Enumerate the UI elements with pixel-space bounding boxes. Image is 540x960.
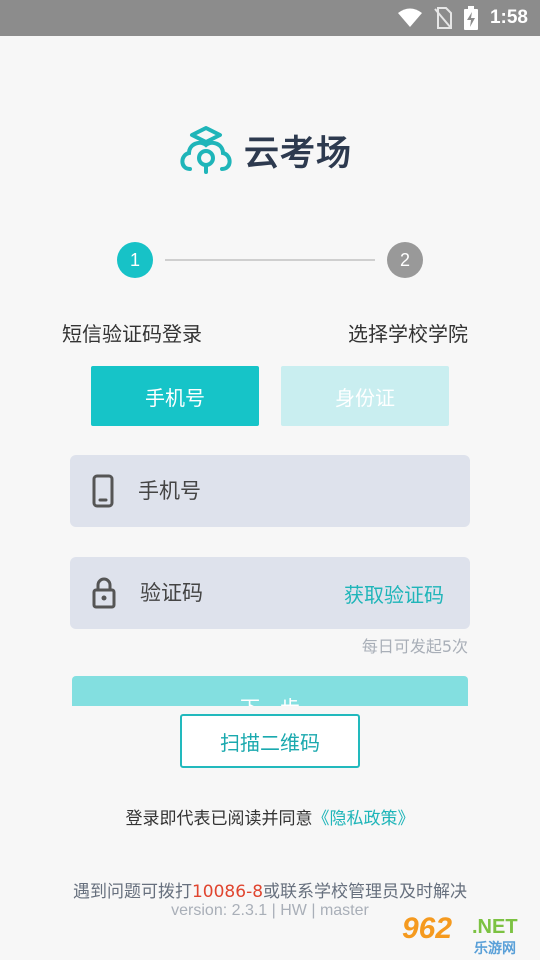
scan-qr-code-button[interactable]: 扫描二维码 xyxy=(180,714,360,768)
stepper-line xyxy=(165,259,375,261)
step-2-indicator: 2 xyxy=(387,242,423,278)
help-prefix: 遇到问题可拨打 xyxy=(72,882,192,902)
tab-id-card[interactable]: 身份证 xyxy=(281,366,449,426)
status-bar: 1:58 xyxy=(0,0,540,36)
tab-phone[interactable]: 手机号 xyxy=(91,366,259,426)
watermark-net: .NET xyxy=(472,916,518,938)
watermark-site: 乐游网 xyxy=(474,941,516,957)
mobile-phone-icon xyxy=(92,474,114,508)
verification-code-input[interactable] xyxy=(140,581,330,605)
next-step-label: 下一步 xyxy=(72,692,468,706)
no-sim-icon xyxy=(434,7,452,29)
agreement-prefix: 登录即代表已阅读并同意 xyxy=(125,809,313,829)
help-text: 遇到问题可拨打10086-8或联系学校管理员及时解决 xyxy=(0,877,540,902)
step-1-indicator: 1 xyxy=(117,242,153,278)
verification-code-field[interactable]: 获取验证码 xyxy=(70,557,470,629)
phone-input[interactable] xyxy=(138,479,328,503)
app-logo: 云考场 xyxy=(178,124,352,176)
stepper: 1 2 xyxy=(117,242,423,278)
help-suffix: 或联系学校管理员及时解决 xyxy=(263,882,468,902)
get-code-button[interactable]: 获取验证码 xyxy=(344,579,444,608)
watermark-number: 962 xyxy=(402,912,453,945)
step-2-label: 选择学校学院 xyxy=(348,322,468,346)
lock-icon xyxy=(92,577,116,609)
app-name: 云考场 xyxy=(244,133,353,174)
cloud-graduation-cap-icon xyxy=(180,126,232,174)
battery-charging-icon xyxy=(463,6,478,30)
phone-field[interactable] xyxy=(70,455,470,527)
wifi-icon xyxy=(397,8,422,27)
next-step-button[interactable]: 下一步 xyxy=(72,676,468,706)
site-watermark: 962 .NET 乐游网 xyxy=(402,912,536,958)
privacy-policy-link[interactable]: 《隐私政策》 xyxy=(313,809,415,829)
agreement-text: 登录即代表已阅读并同意《隐私政策》 xyxy=(0,804,540,829)
status-time: 1:58 xyxy=(489,7,528,28)
help-phone-number[interactable]: 10086-8 xyxy=(192,882,263,902)
step-1-label: 短信验证码登录 xyxy=(62,322,202,346)
daily-limit-hint: 每日可发起5次 xyxy=(361,637,468,656)
